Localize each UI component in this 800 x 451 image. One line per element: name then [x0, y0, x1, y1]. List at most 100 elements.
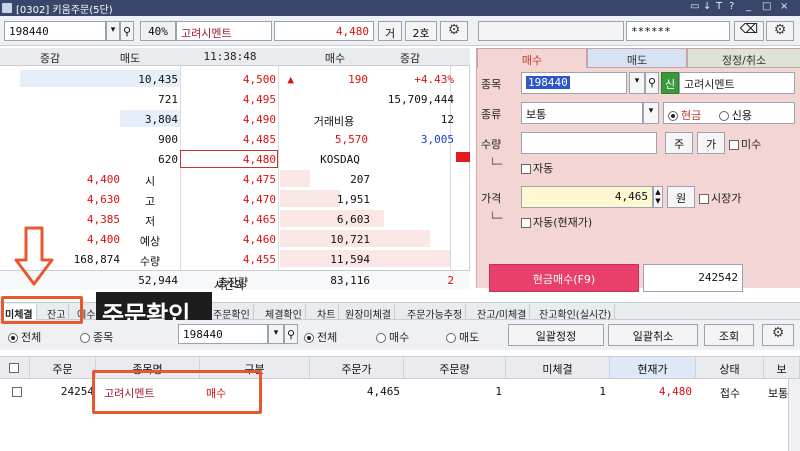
dropdown-arrow-icon[interactable]: ▾	[643, 102, 659, 124]
won-button[interactable]: 원	[667, 186, 695, 208]
tab-fill-confirm[interactable]: 체결확인	[262, 304, 306, 321]
bid-price[interactable]: 4,470	[190, 193, 276, 206]
account-select[interactable]	[478, 21, 624, 41]
password-input[interactable]: ******	[626, 21, 730, 41]
tab-chart[interactable]: 차트	[314, 304, 340, 321]
ask-price[interactable]: 4,480	[190, 153, 276, 166]
exchange-button[interactable]: 거	[378, 21, 402, 41]
restore-icon[interactable]: ▭	[690, 1, 699, 12]
select-all-checkbox[interactable]	[0, 357, 30, 379]
price-stepper[interactable]: ▲ ▼	[653, 186, 663, 208]
radio-cash[interactable]	[668, 111, 678, 121]
current-price: 4,480	[274, 21, 374, 41]
header-change-right: 증감	[399, 52, 421, 65]
order-code-input[interactable]: 198440	[521, 72, 627, 94]
radio-all-side[interactable]: 전체	[304, 329, 337, 345]
tab-modify-cancel[interactable]: 정정/취소	[687, 48, 800, 68]
search-icon[interactable]: ⚲	[284, 324, 298, 344]
ask-row[interactable]: 721 4,495 15,709,444	[0, 90, 470, 109]
qty-stock-button[interactable]: 주	[665, 132, 693, 154]
col-type: 보	[764, 357, 800, 379]
misu-checkbox[interactable]: 미수	[729, 136, 761, 152]
ask-row[interactable]: 620 4,480 KOSDAQ	[0, 150, 470, 169]
bid-price[interactable]: 4,475	[190, 173, 276, 186]
ask-qty: 620	[158, 153, 178, 166]
lookup-button[interactable]: 조회	[704, 324, 754, 346]
pin-icon[interactable]: ↓	[703, 1, 711, 12]
radio-stock[interactable]: 종목	[80, 329, 113, 345]
row-stock-name: 고려시멘트	[104, 387, 155, 400]
dropdown-arrow-icon[interactable]: ▾	[106, 21, 120, 41]
search-icon[interactable]: ⚲	[645, 72, 659, 94]
order-no: 24254	[60, 385, 94, 398]
radio-all[interactable]: 전체	[8, 329, 41, 345]
radio-sell[interactable]: 매도	[446, 329, 479, 345]
unfilled-orders-grid: 주문 종목명 구분 주문가 주문량 미체결 현재가 상태 보 24254 고려시…	[0, 356, 800, 451]
header-change-left: 증감	[39, 52, 61, 65]
auto-current-price-checkbox[interactable]: 자동(현재가)	[521, 214, 592, 230]
tab-balance-unfilled[interactable]: 잔고/미체결	[474, 304, 531, 321]
ask-price[interactable]: 4,495	[190, 93, 276, 106]
qty-amount-button[interactable]: 가	[697, 132, 725, 154]
ask-row[interactable]: 900 4,485 5,570 3,005	[0, 130, 470, 149]
row-order-qty: 1	[495, 385, 502, 398]
after-hours-label[interactable]: 시간외	[180, 277, 278, 293]
price-input[interactable]: 4,465	[521, 186, 653, 208]
dropdown-arrow-icon[interactable]: ▾	[629, 72, 645, 94]
bid-row[interactable]: 4,385 저 4,465 6,603	[0, 210, 470, 229]
bid-row[interactable]: 4,400 시 4,475 207	[0, 170, 470, 189]
market-price-checkbox[interactable]: 시장가	[699, 190, 741, 206]
bid-row[interactable]: 4,630 고 4,470 1,951	[0, 190, 470, 209]
header-time: 11:38:48	[203, 50, 257, 63]
ask-price[interactable]: 4,485	[190, 133, 276, 146]
bid-price[interactable]: 4,465	[190, 213, 276, 226]
radio-credit[interactable]	[718, 111, 729, 121]
stock-code-input[interactable]: 198440	[4, 21, 106, 41]
qty-input[interactable]	[521, 132, 657, 154]
up-arrow-icon: ▲	[287, 73, 294, 86]
bulk-cancel-button[interactable]: 일괄취소	[608, 324, 698, 346]
bid-row[interactable]: 4,400 예상 4,460 10,721	[0, 230, 470, 249]
gear-icon[interactable]: ⚙	[440, 21, 468, 41]
ask-row[interactable]: 3,804 4,490 거래비용 12	[0, 110, 470, 129]
dropdown-arrow-icon[interactable]: ▾	[268, 324, 284, 344]
tab-ledger-unfilled[interactable]: 원장미체결	[342, 304, 395, 321]
auto-qty-label: 자동	[533, 162, 554, 175]
quote-level-button[interactable]: 2호	[405, 21, 437, 41]
eraser-icon[interactable]: ⌫	[734, 21, 764, 41]
vertical-scrollbar[interactable]	[788, 379, 800, 451]
row-checkbox[interactable]	[12, 383, 24, 403]
order-type-select[interactable]: 보통	[521, 102, 643, 124]
margin-badge: 신	[661, 72, 679, 94]
maximize-icon[interactable]: □	[762, 1, 771, 12]
minimize-icon[interactable]: _	[746, 1, 751, 12]
sell-strength: 3,005	[420, 133, 454, 146]
ask-row[interactable]: 10,435 4,500 ▲ 190 +4.43%	[0, 70, 470, 89]
bid-price[interactable]: 4,460	[190, 233, 276, 246]
auto-qty-checkbox[interactable]: 자동	[521, 160, 553, 176]
ask-price[interactable]: 4,490	[190, 113, 276, 126]
help-icon[interactable]: ?	[729, 1, 734, 12]
bid-row[interactable]: 168,874 수량 4,455 11,594	[0, 250, 470, 269]
filter-code-input[interactable]: 198440	[178, 324, 268, 344]
tab-buy[interactable]: 매수	[477, 48, 587, 68]
search-icon[interactable]: ⚲	[120, 21, 134, 41]
tab-sell[interactable]: 매도	[587, 48, 687, 68]
info-label: 수량	[139, 255, 161, 268]
radio-buy[interactable]: 매수	[376, 329, 409, 345]
tab-balance-realtime[interactable]: 잔고확인(실시간)	[536, 304, 616, 321]
tab-order-estimate[interactable]: 주문가능추정	[404, 304, 467, 321]
ask-price[interactable]: 4,500	[190, 73, 276, 86]
tab-balance[interactable]: 잔고	[44, 304, 70, 321]
margin-rate[interactable]: 40%	[140, 21, 176, 41]
bid-price[interactable]: 4,455	[190, 253, 276, 266]
tab-unfilled[interactable]: 미체결	[2, 304, 37, 321]
account-gear-icon[interactable]: ⚙	[766, 21, 794, 41]
font-icon[interactable]: T	[716, 1, 722, 12]
grid-gear-icon[interactable]: ⚙	[762, 324, 794, 346]
tab-order-confirm[interactable]: 주문확인	[210, 304, 254, 321]
bulk-edit-button[interactable]: 일괄정정	[508, 324, 604, 346]
cash-buy-button[interactable]: 현금매수(F9)	[489, 264, 639, 292]
market-price-label: 시장가	[711, 192, 742, 205]
close-icon[interactable]: ×	[780, 1, 788, 12]
